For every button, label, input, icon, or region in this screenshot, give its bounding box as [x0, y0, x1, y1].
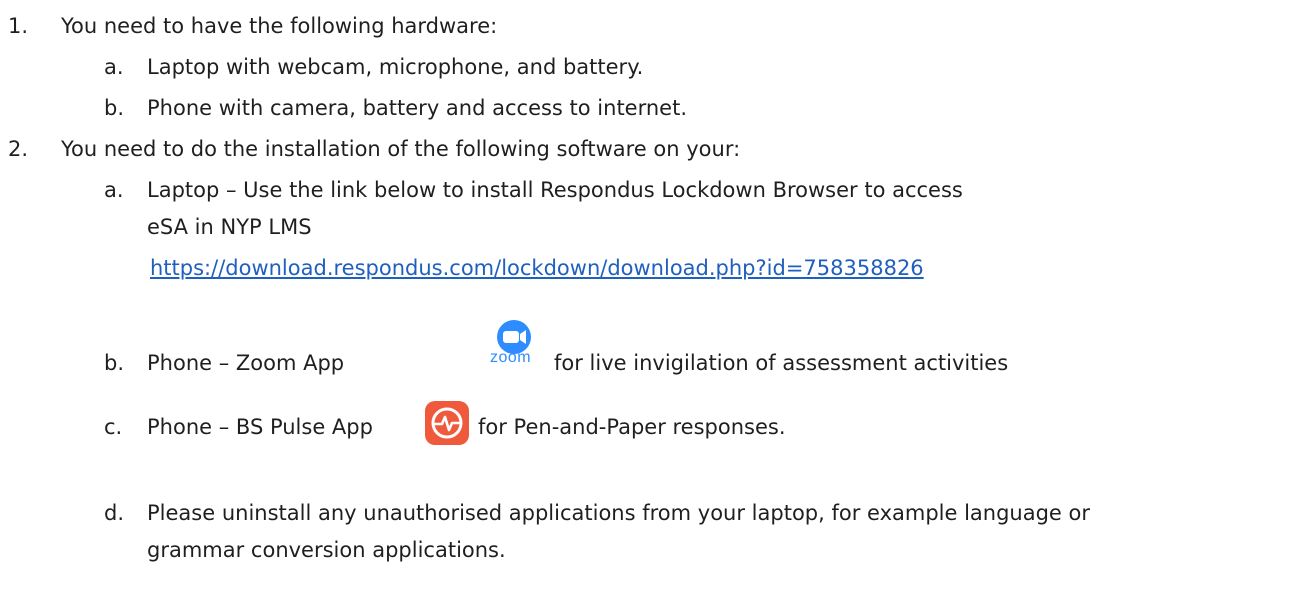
sub-item-text-before: Phone – Zoom App — [147, 351, 345, 375]
sub-item-text-line2: grammar conversion applications. — [147, 538, 506, 562]
list-number: 1. — [8, 14, 29, 38]
list-item-text: You need to do the installation of the f… — [61, 137, 741, 161]
sub-item-letter: c. — [104, 415, 123, 439]
sub-item-text: Phone with camera, battery and access to… — [147, 96, 688, 120]
list-number: 2. — [8, 137, 29, 161]
sub-item-letter: b. — [104, 351, 125, 375]
sub-item-text-line1: Laptop – Use the link below to install R… — [147, 178, 963, 202]
bs-pulse-app-icon — [424, 400, 470, 446]
sub-item-text-after: for Pen-and-Paper responses. — [478, 415, 786, 439]
zoom-logo-text: zoom — [490, 349, 532, 366]
sub-item-text-line1: Please uninstall any unauthorised applic… — [147, 501, 1091, 525]
zoom-app-icon: zoom — [484, 318, 544, 370]
document-page: { "items": [ { "number": "1.", "text": "… — [0, 0, 1296, 594]
sub-item-text-line2: eSA in NYP LMS — [147, 215, 312, 239]
respondus-download-link[interactable]: https://download.respondus.com/lockdown/… — [150, 253, 924, 283]
sub-item-letter: a. — [104, 55, 124, 79]
sub-item-letter: b. — [104, 96, 125, 120]
sub-item-text-before: Phone – BS Pulse App — [147, 415, 373, 439]
list-item-text: You need to have the following hardware: — [61, 14, 498, 38]
sub-item-letter: a. — [104, 178, 124, 202]
sub-item-text-after: for live invigilation of assessment acti… — [554, 351, 1009, 375]
sub-item-letter: d. — [104, 501, 125, 525]
sub-item-text: Laptop with webcam, microphone, and batt… — [147, 55, 644, 79]
